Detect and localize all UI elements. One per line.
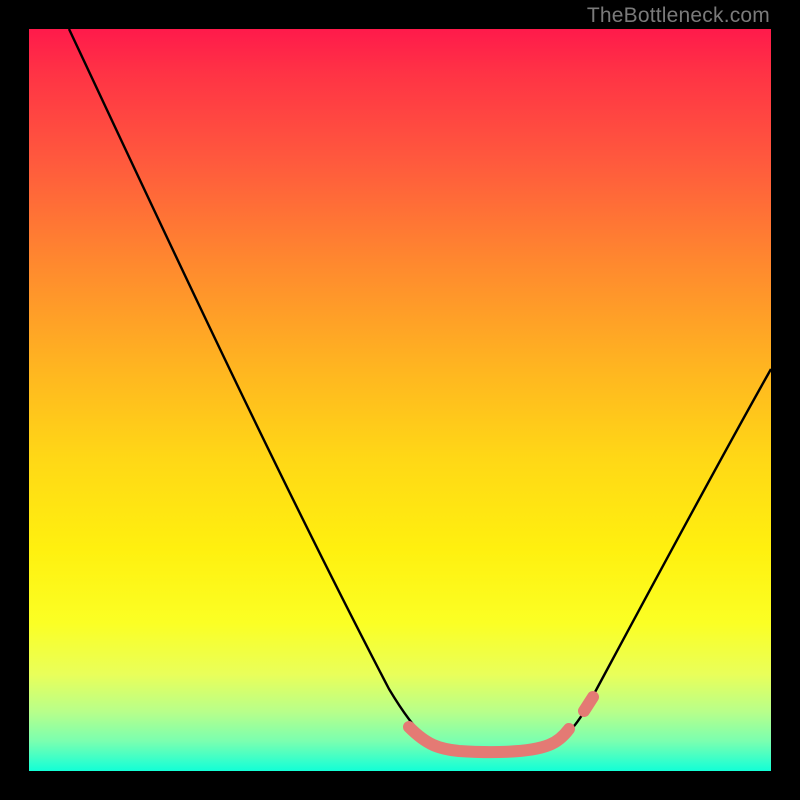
watermark-text: TheBottleneck.com [587, 4, 770, 28]
highlight-bottom [409, 727, 569, 752]
bottleneck-curve [69, 29, 771, 752]
plot-area [29, 29, 771, 771]
chart-stage: TheBottleneck.com [0, 0, 800, 800]
curve-layer [29, 29, 771, 771]
highlight-dot-right [584, 697, 593, 711]
